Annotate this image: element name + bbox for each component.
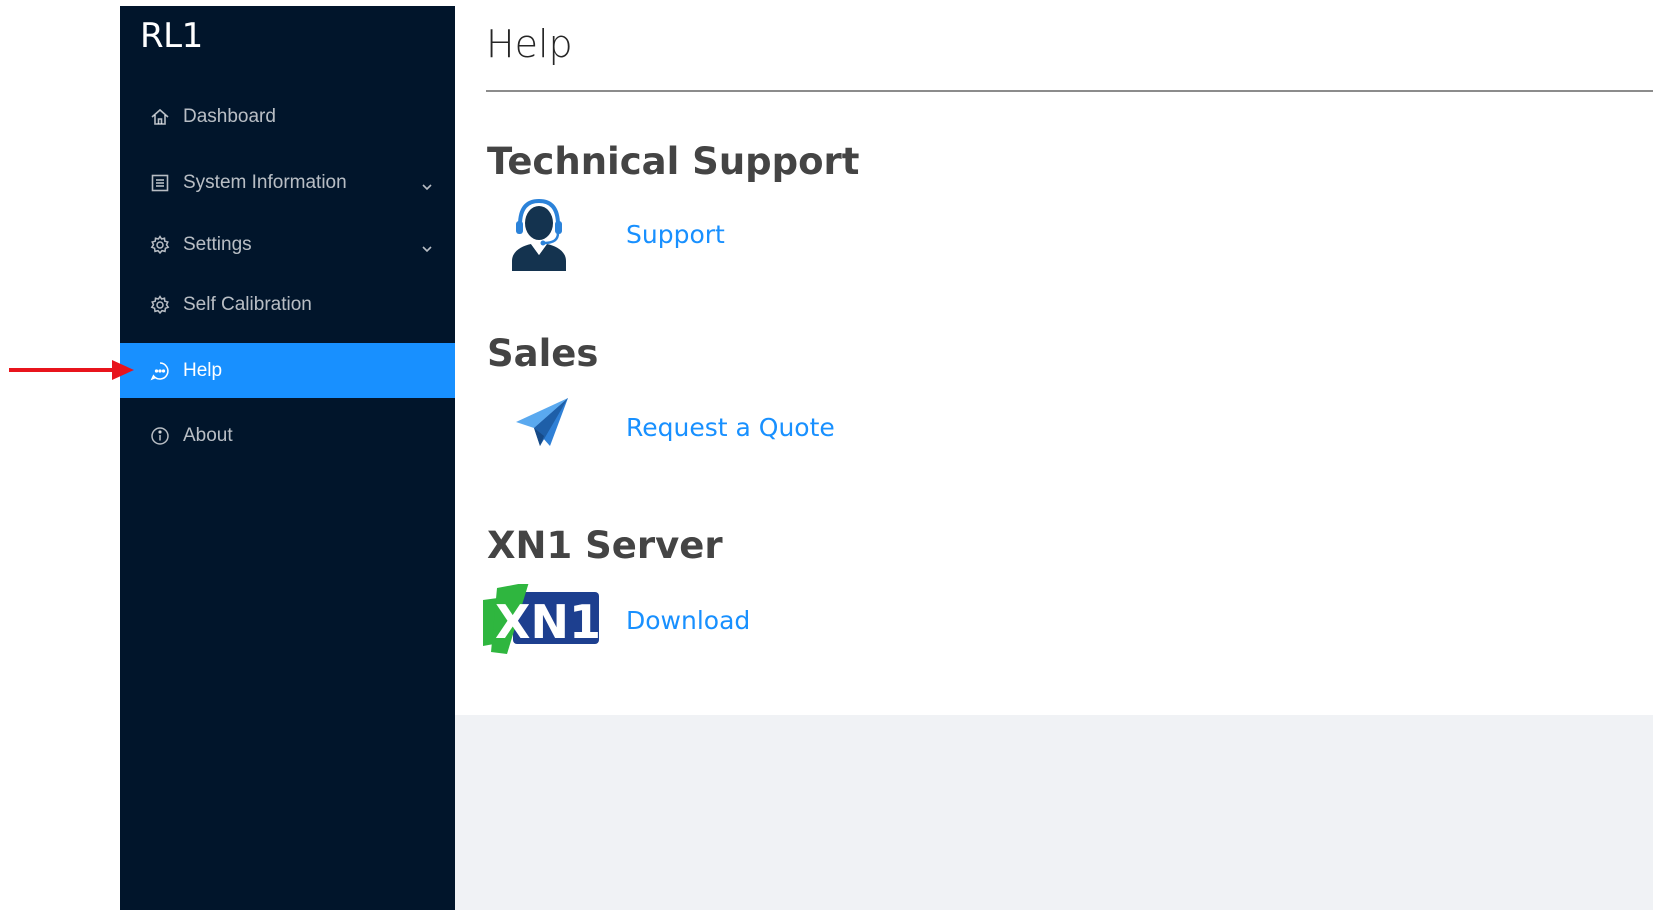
gear-icon bbox=[150, 234, 170, 255]
xn1-logo: XN1 bbox=[483, 582, 601, 654]
info-icon bbox=[150, 426, 170, 446]
chevron-down-icon bbox=[421, 177, 433, 190]
chevron-down-icon bbox=[421, 239, 433, 252]
sidebar: RL1 Dashboard System Information Setting… bbox=[120, 6, 455, 910]
paper-plane-icon bbox=[514, 396, 570, 452]
headset-agent-icon bbox=[506, 197, 572, 271]
sidebar-item-label: Help bbox=[183, 359, 223, 381]
request-a-quote-link[interactable]: Request a Quote bbox=[626, 413, 835, 442]
sidebar-item-label: Self Calibration bbox=[183, 293, 312, 315]
sidebar-item-label: About bbox=[183, 424, 233, 446]
chat-icon bbox=[150, 361, 170, 381]
sidebar-item-about[interactable]: About bbox=[120, 408, 455, 463]
sidebar-item-self-calibration[interactable]: Self Calibration bbox=[120, 277, 455, 332]
sidebar-item-dashboard[interactable]: Dashboard bbox=[120, 89, 455, 144]
sidebar-item-label: Dashboard bbox=[183, 105, 276, 127]
annotation-arrow-icon bbox=[112, 360, 134, 380]
sidebar-item-system-information[interactable]: System Information bbox=[120, 155, 455, 210]
download-link[interactable]: Download bbox=[626, 606, 750, 635]
app-title: RL1 bbox=[140, 16, 203, 56]
list-icon bbox=[150, 173, 170, 193]
support-link[interactable]: Support bbox=[626, 220, 725, 249]
section-title-xn1-server: XN1 Server bbox=[487, 524, 723, 567]
gear-icon bbox=[150, 294, 170, 315]
content-footer-area bbox=[455, 715, 1653, 910]
divider bbox=[486, 90, 1653, 92]
page-title: Help bbox=[486, 22, 573, 66]
main-content: Help Technical Support Support Sales Req… bbox=[455, 0, 1653, 910]
section-title-technical-support: Technical Support bbox=[487, 140, 860, 183]
annotation-arrow-shaft bbox=[9, 368, 116, 372]
sidebar-item-label: Settings bbox=[183, 233, 252, 255]
home-icon bbox=[150, 107, 170, 127]
sidebar-item-settings[interactable]: Settings bbox=[120, 217, 455, 272]
section-title-sales: Sales bbox=[487, 332, 599, 375]
svg-text:XN1: XN1 bbox=[495, 595, 601, 649]
sidebar-item-help[interactable]: Help bbox=[120, 343, 455, 398]
sidebar-item-label: System Information bbox=[183, 171, 347, 193]
